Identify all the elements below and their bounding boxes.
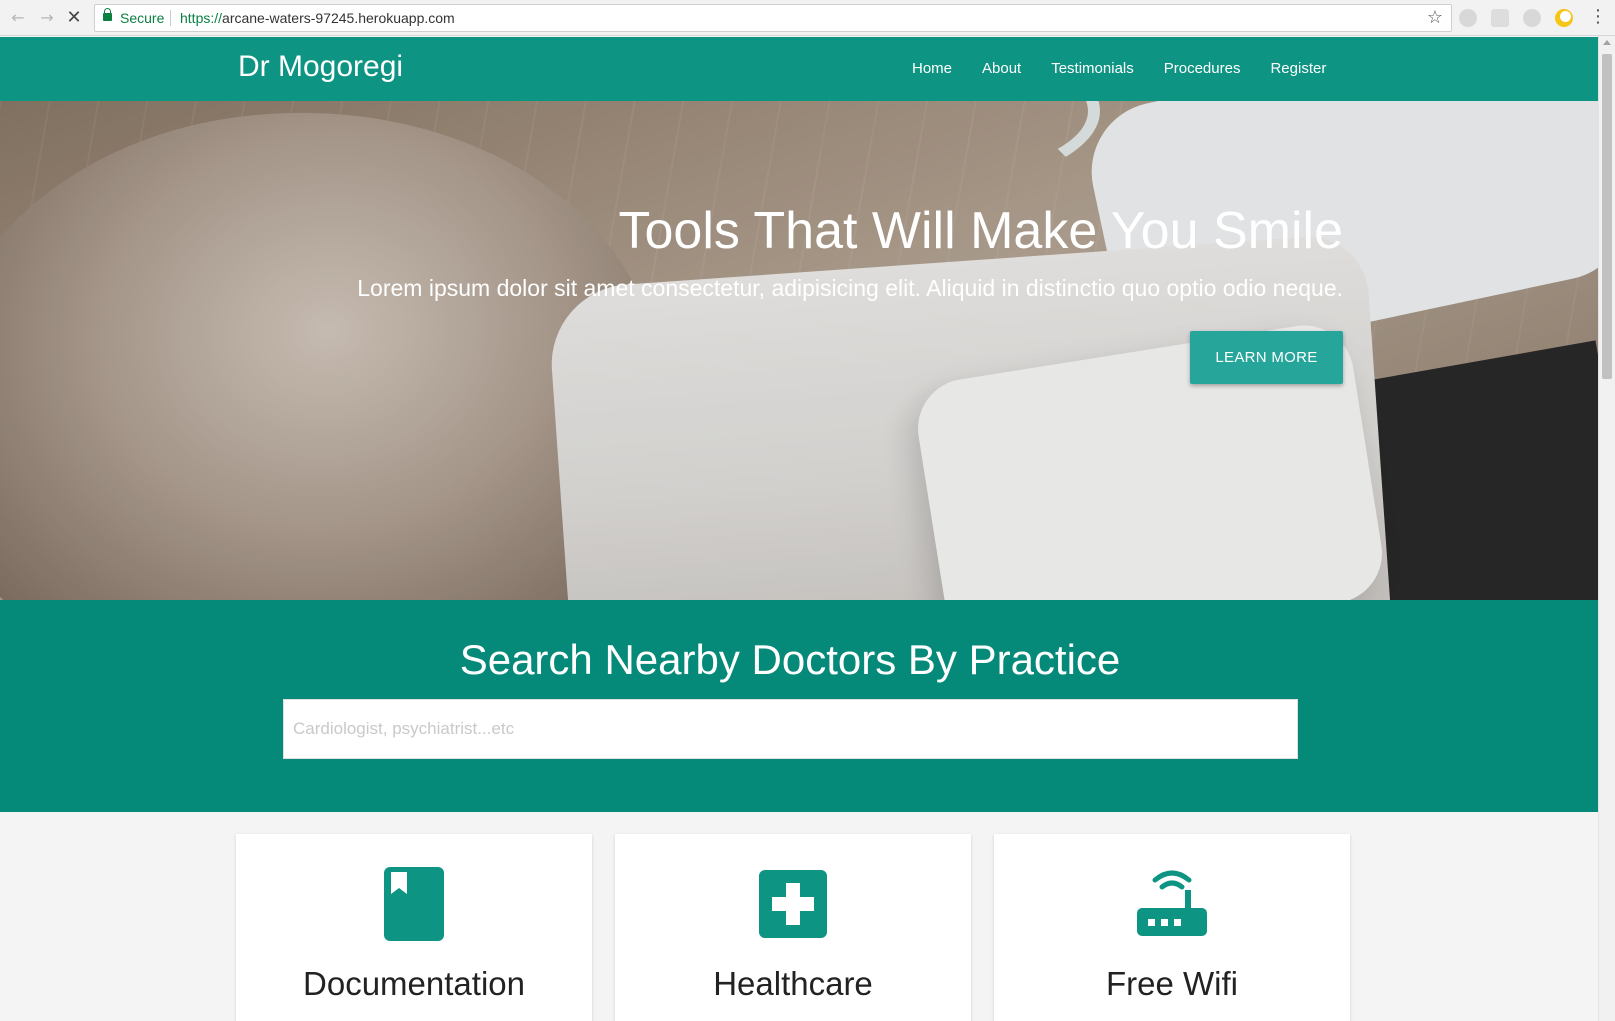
medical-cross-icon	[759, 870, 827, 938]
book-icon	[384, 867, 444, 941]
feature-card-wifi: Free Wifi	[994, 834, 1350, 1021]
hero-subtitle: Lorem ipsum dolor sit amet consectetur, …	[357, 275, 1343, 301]
nav-link-procedures[interactable]: Procedures	[1149, 60, 1256, 77]
url-text[interactable]: https://arcane-waters-97245.herokuapp.co…	[180, 10, 455, 26]
hero-banner: Tools That Will Make You Smile Lorem ips…	[0, 101, 1598, 600]
scroll-up-arrow-icon[interactable]	[1603, 40, 1611, 45]
extension-icon[interactable]	[1491, 9, 1509, 27]
nav-link-register[interactable]: Register	[1255, 60, 1341, 77]
secure-label: Secure	[120, 10, 165, 26]
stop-loading-icon[interactable]: ✕	[64, 8, 84, 28]
address-separator	[170, 10, 171, 26]
nav-link-testimonials[interactable]: Testimonials	[1036, 60, 1149, 77]
search-section: Search Nearby Doctors By Practice	[0, 600, 1598, 812]
wifi-router-icon	[1137, 870, 1207, 936]
url-scheme: https://	[180, 10, 223, 26]
nav-links: Home About Testimonials Procedures Regis…	[897, 60, 1341, 77]
feature-title: Documentation	[303, 965, 525, 1002]
learn-more-button[interactable]: LEARN MORE	[1190, 331, 1343, 384]
hero-title: Tools That Will Make You Smile	[618, 202, 1343, 260]
site-brand[interactable]: Dr Mogoregi	[238, 50, 403, 84]
kebab-menu-icon[interactable]: ⋮	[1589, 6, 1607, 27]
nav-link-home[interactable]: Home	[897, 60, 967, 77]
extension-icon[interactable]	[1459, 9, 1477, 27]
scroll-thumb[interactable]	[1602, 54, 1612, 379]
lock-icon	[103, 8, 112, 21]
site-navbar: Dr Mogoregi Home About Testimonials Proc…	[0, 37, 1598, 101]
extension-icon[interactable]	[1523, 9, 1541, 27]
feature-title: Healthcare	[713, 965, 873, 1002]
url-host: arcane-waters-97245.herokuapp.com	[222, 10, 455, 26]
browser-toolbar: ← → ✕ Secure https://arcane-waters-97245…	[0, 0, 1615, 36]
forward-icon[interactable]: →	[37, 8, 57, 28]
page-scrollbar[interactable]	[1598, 36, 1615, 1021]
moon-extension-icon[interactable]	[1555, 9, 1573, 27]
back-icon[interactable]: ←	[8, 8, 28, 28]
feature-title: Free Wifi	[1106, 965, 1238, 1002]
star-icon[interactable]: ☆	[1427, 7, 1443, 28]
feature-card-documentation: Documentation	[236, 834, 592, 1021]
feature-card-healthcare: Healthcare	[615, 834, 971, 1021]
hero-overlay	[0, 101, 1598, 600]
page-viewport: Dr Mogoregi Home About Testimonials Proc…	[0, 37, 1598, 1021]
address-bar[interactable]: Secure https://arcane-waters-97245.herok…	[94, 4, 1452, 32]
search-title: Search Nearby Doctors By Practice	[459, 636, 1121, 683]
practice-search-input[interactable]	[283, 699, 1298, 759]
nav-link-about[interactable]: About	[967, 60, 1036, 77]
